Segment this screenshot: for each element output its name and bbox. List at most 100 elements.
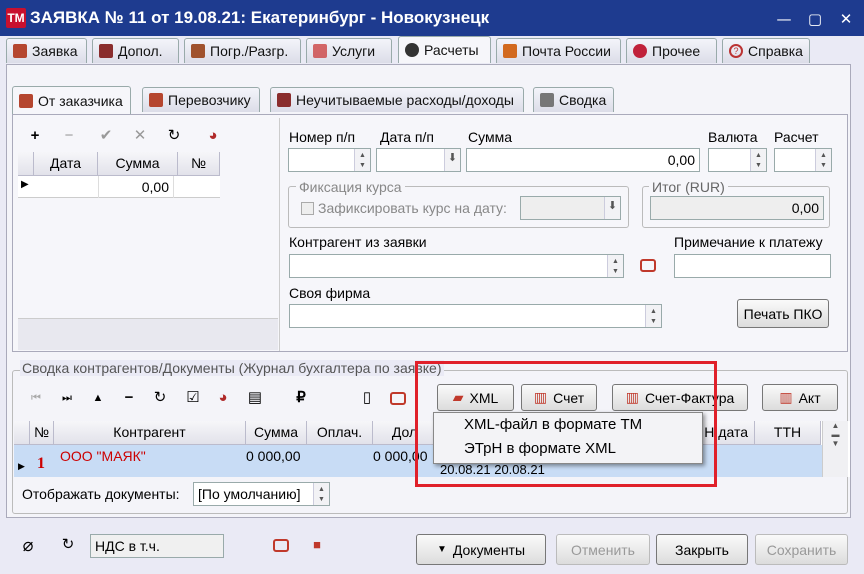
save-button[interactable]: Сохранить bbox=[755, 534, 848, 565]
row-contractor: ООО "МАЯК" bbox=[60, 448, 146, 464]
chart-icon[interactable]: ◕ bbox=[213, 388, 233, 408]
comment-icon[interactable] bbox=[273, 539, 289, 552]
col-date[interactable]: Дата bbox=[34, 152, 98, 176]
ruble-icon[interactable]: ₽ bbox=[291, 388, 311, 408]
first-icon[interactable]: ⏮ bbox=[26, 388, 46, 408]
print-pko-button[interactable]: Печать ПКО bbox=[737, 299, 829, 328]
window-body: Заявка Допол. Погр./Разгр. Услуги Расчет… bbox=[0, 36, 864, 574]
col-num[interactable]: № bbox=[178, 152, 220, 176]
total-title: Итог (RUR) bbox=[649, 179, 728, 195]
tab-pochta[interactable]: Почта России bbox=[496, 38, 621, 63]
refresh-icon[interactable]: ↻ bbox=[164, 126, 184, 146]
spin-icon[interactable]: ▲ ▼ bbox=[313, 483, 329, 505]
col-sum[interactable]: Сумма bbox=[98, 152, 178, 176]
spin-icon[interactable]: ▲ ▼ bbox=[607, 255, 623, 277]
checkbox-icon[interactable]: ☑ bbox=[183, 388, 203, 408]
subtab-carrier[interactable]: Перевозчику bbox=[142, 87, 260, 112]
lock-icon[interactable]: ■ bbox=[307, 535, 327, 555]
window-title: ЗАЯВКА № 11 от 19.08.21: Екатеринбург - … bbox=[30, 8, 490, 27]
chart-icon[interactable]: ◕ bbox=[203, 126, 223, 146]
calc-label: Расчет bbox=[774, 129, 819, 145]
close-window-button[interactable]: ✕ bbox=[836, 9, 856, 29]
up-icon[interactable]: ▲ bbox=[88, 388, 108, 408]
col-paid[interactable]: Оплач. bbox=[307, 421, 373, 445]
calc-field[interactable]: ▲ ▼ bbox=[774, 148, 832, 172]
puzzle-icon bbox=[277, 93, 291, 107]
sum-label: Сумма bbox=[468, 129, 512, 145]
tab-dopol[interactable]: Допол. bbox=[92, 38, 179, 63]
num-label: Номер п/п bbox=[289, 129, 356, 145]
spin-icon[interactable]: ▲ ▼ bbox=[815, 149, 831, 171]
subtab-noncounted[interactable]: Неучитываемые расходы/доходы bbox=[270, 87, 524, 112]
note-field[interactable] bbox=[674, 254, 831, 278]
num-field[interactable]: ▲ ▼ bbox=[288, 148, 371, 172]
currency-label: Валюта bbox=[708, 129, 758, 145]
tab-raschety[interactable]: Расчеты bbox=[398, 36, 491, 63]
form-icon bbox=[13, 44, 27, 58]
documents-button[interactable]: ▼ Документы bbox=[416, 534, 546, 565]
subtab-summary[interactable]: Сводка bbox=[533, 87, 614, 112]
spin-icon[interactable]: ▲ ▼ bbox=[645, 305, 661, 327]
table-row[interactable]: ▶ 0,00 bbox=[18, 176, 220, 198]
attachment-icon[interactable]: ⌀ bbox=[18, 535, 38, 555]
dropdown-icon[interactable]: ⬇ bbox=[444, 149, 460, 171]
minus-icon[interactable]: − bbox=[119, 388, 139, 408]
act-button[interactable]: ▥ Акт bbox=[762, 384, 838, 411]
currency-field[interactable]: ▲ ▼ bbox=[708, 148, 767, 172]
fix-rate-check-label: Зафиксировать курс на дату: bbox=[318, 200, 507, 216]
row-pointer-icon: ▶ bbox=[21, 179, 29, 190]
subtab-from-customer[interactable]: От заказчика bbox=[12, 86, 131, 114]
chevron-down-icon: ▼ bbox=[436, 544, 447, 555]
fix-rate-date[interactable]: ⬇ bbox=[520, 196, 621, 220]
grid-corner bbox=[14, 421, 30, 445]
tab-zayavka[interactable]: Заявка bbox=[6, 38, 87, 63]
help-icon: ? bbox=[729, 44, 743, 58]
col-num[interactable]: № bbox=[30, 421, 54, 445]
grid-corner bbox=[18, 152, 34, 176]
refresh-icon[interactable]: ↻ bbox=[58, 535, 78, 555]
home-icon bbox=[19, 93, 33, 108]
col-ttn[interactable]: ТТН bbox=[755, 421, 821, 445]
tab-prochee[interactable]: Прочее bbox=[626, 38, 717, 63]
cancel-icon[interactable]: ✕ bbox=[130, 126, 150, 146]
row-sum: 0 000,00 bbox=[246, 448, 301, 464]
close-button[interactable]: Закрыть bbox=[656, 534, 748, 565]
date-field[interactable]: ⬇ bbox=[376, 148, 461, 172]
maximize-button[interactable]: ▢ bbox=[805, 9, 825, 29]
fix-rate-checkbox[interactable] bbox=[301, 202, 314, 215]
add-icon[interactable]: + bbox=[25, 126, 45, 146]
comment-icon[interactable] bbox=[640, 259, 656, 272]
vat-field: НДС в т.ч. bbox=[90, 534, 224, 558]
comment-icon[interactable] bbox=[390, 392, 406, 405]
remove-icon[interactable]: − bbox=[59, 126, 79, 146]
row-num: 1 bbox=[37, 455, 45, 472]
row-pointer-icon: ▶ bbox=[18, 461, 25, 471]
refresh-icon[interactable]: ↻ bbox=[150, 388, 170, 408]
tab-pogr[interactable]: Погр./Разгр. bbox=[184, 38, 301, 63]
app-logo: TM bbox=[6, 8, 26, 28]
spin-icon[interactable]: ▲ ▼ bbox=[354, 149, 370, 171]
vertical-scrollbar[interactable]: ▲ ▬ ▼ bbox=[822, 421, 848, 477]
firm-select[interactable]: ▲ ▼ bbox=[289, 304, 662, 328]
calculator-icon bbox=[540, 93, 554, 107]
contractor-select[interactable]: ▲ ▼ bbox=[289, 254, 624, 278]
last-icon[interactable]: ⏭ bbox=[57, 388, 77, 408]
document-icon[interactable]: ▤ bbox=[245, 388, 265, 408]
confirm-icon[interactable]: ✔ bbox=[96, 126, 116, 146]
col-contractor[interactable]: Контрагент bbox=[54, 421, 246, 445]
tab-spravka[interactable]: ? Справка bbox=[722, 38, 810, 63]
sum-field[interactable]: 0,00 bbox=[466, 148, 700, 172]
tab-uslugi[interactable]: Услуги bbox=[306, 38, 392, 63]
clipboard-icon[interactable]: ▯ bbox=[357, 388, 377, 408]
minimize-button[interactable]: — bbox=[774, 9, 794, 29]
row-sum: 0,00 bbox=[98, 176, 174, 198]
spin-icon[interactable]: ▲ ▼ bbox=[750, 149, 766, 171]
show-docs-label: Отображать документы: bbox=[22, 486, 180, 502]
title-bar: TM ЗАЯВКА № 11 от 19.08.21: Екатеринбург… bbox=[0, 0, 864, 36]
wallet-icon bbox=[405, 43, 419, 57]
dropdown-icon[interactable]: ⬇ bbox=[604, 197, 620, 219]
col-sum[interactable]: Сумма bbox=[246, 421, 307, 445]
cancel-button[interactable]: Отменить bbox=[556, 534, 650, 565]
show-docs-select[interactable]: [По умолчанию] ▲ ▼ bbox=[193, 482, 330, 506]
puzzle-icon bbox=[99, 44, 113, 58]
